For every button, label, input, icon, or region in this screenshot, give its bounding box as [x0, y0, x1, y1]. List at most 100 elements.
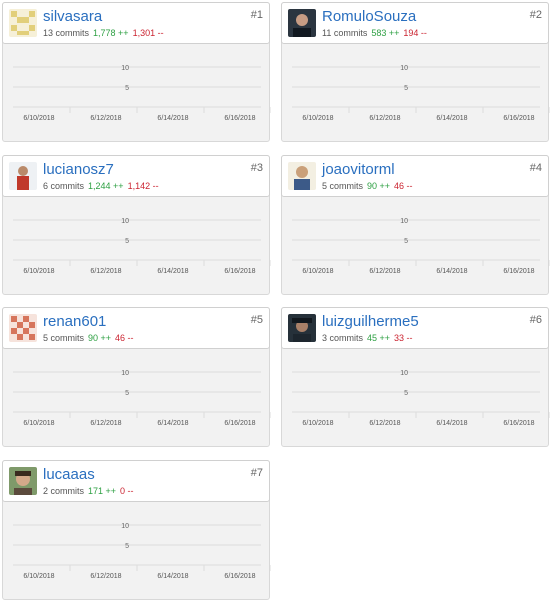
- avatar[interactable]: [288, 9, 316, 37]
- y-tick-label: 10: [121, 370, 129, 377]
- commit-count[interactable]: 13 commits: [43, 28, 89, 38]
- contributor-header: joaovitorml 5 commits 90 ++ 46 -- #4: [281, 155, 549, 197]
- contributor-card: joaovitorml 5 commits 90 ++ 46 -- #4 10 5 6/…: [281, 155, 550, 295]
- x-tick-label: 6/10/2018: [23, 573, 54, 580]
- rank-label: #1: [250, 9, 263, 21]
- commit-stats: 11 commits 583 ++ 194 --: [322, 27, 427, 39]
- contributor-card: lucianosz7 6 commits 1,244 ++ 1,142 -- #3 …: [2, 155, 271, 295]
- rank-label: #3: [250, 162, 263, 174]
- x-tick-label: 6/16/2018: [224, 268, 255, 275]
- username-link[interactable]: lucianosz7: [43, 161, 114, 179]
- contributor-card: renan601 5 commits 90 ++ 46 -- #5 10 5 6/10/…: [2, 307, 271, 447]
- x-tick-label: 6/16/2018: [503, 268, 534, 275]
- additions-count: 45 ++: [367, 333, 391, 343]
- additions-count: 90 ++: [88, 333, 112, 343]
- x-tick-label: 6/14/2018: [436, 268, 467, 275]
- y-tick-label: 10: [400, 218, 408, 225]
- x-tick-label: 6/14/2018: [157, 268, 188, 275]
- deletions-count: 33 --: [394, 333, 413, 343]
- x-tick-label: 6/14/2018: [157, 420, 188, 427]
- x-tick-label: 6/16/2018: [503, 420, 534, 427]
- x-tick-label: 6/14/2018: [157, 115, 188, 122]
- username-link[interactable]: joaovitorml: [322, 161, 395, 179]
- photo-avatar-icon: [288, 162, 316, 190]
- x-tick-label: 6/12/2018: [90, 115, 121, 122]
- username-link[interactable]: lucaaas: [43, 466, 95, 484]
- x-tick-label: 6/12/2018: [90, 420, 121, 427]
- commit-count[interactable]: 5 commits: [43, 333, 84, 343]
- y-tick-label: 10: [400, 65, 408, 72]
- rank-label: #6: [529, 314, 542, 326]
- avatar[interactable]: [9, 467, 37, 495]
- commit-activity-chart: 10 5 6/10/2018 6/12/2018 6/14/2018 6/16/2018: [292, 218, 550, 275]
- x-tick-label: 6/10/2018: [23, 420, 54, 427]
- commit-stats: 2 commits 171 ++ 0 --: [43, 485, 134, 497]
- deletions-count: 1,142 --: [127, 181, 159, 191]
- avatar[interactable]: [288, 162, 316, 190]
- x-tick-label: 6/14/2018: [436, 420, 467, 427]
- photo-avatar-icon: [9, 162, 37, 190]
- additions-count: 171 ++: [88, 486, 117, 496]
- identicon-red-icon: [9, 314, 37, 342]
- rank-label: #7: [250, 467, 263, 479]
- deletions-count: 1,301 --: [132, 28, 164, 38]
- y-tick-label: 5: [125, 238, 129, 245]
- x-tick-label: 6/10/2018: [302, 268, 333, 275]
- y-tick-label: 5: [404, 390, 408, 397]
- rank-label: #5: [250, 314, 263, 326]
- identicon-yellow-icon: [9, 9, 37, 37]
- username-link[interactable]: RomuloSouza: [322, 8, 416, 26]
- commit-stats: 5 commits 90 ++ 46 --: [322, 180, 413, 192]
- deletions-count: 46 --: [394, 181, 413, 191]
- commit-count[interactable]: 3 commits: [322, 333, 363, 343]
- x-tick-label: 6/10/2018: [302, 115, 333, 122]
- y-tick-label: 10: [400, 370, 408, 377]
- y-tick-label: 5: [125, 85, 129, 92]
- username-link[interactable]: silvasara: [43, 8, 102, 26]
- commit-activity-chart: 10 5 6/10/2018 6/12/2018 6/14/2018 6/16/2018: [292, 65, 550, 122]
- commit-stats: 5 commits 90 ++ 46 --: [43, 332, 134, 344]
- commit-count[interactable]: 6 commits: [43, 181, 84, 191]
- x-tick-label: 6/12/2018: [369, 268, 400, 275]
- deletions-count: 0 --: [120, 486, 134, 496]
- contributor-header: silvasara 13 commits 1,778 ++ 1,301 -- #1: [2, 2, 270, 44]
- photo-avatar-icon: [288, 9, 316, 37]
- x-tick-label: 6/10/2018: [23, 115, 54, 122]
- contributor-header: lucaaas 2 commits 171 ++ 0 -- #7: [2, 460, 270, 502]
- x-tick-label: 6/12/2018: [369, 420, 400, 427]
- commit-activity-chart: 10 5 6/10/2018 6/12/2018 6/14/2018 6/16/2018: [13, 523, 271, 580]
- x-tick-label: 6/12/2018: [90, 268, 121, 275]
- rank-label: #4: [529, 162, 542, 174]
- contributor-header: lucianosz7 6 commits 1,244 ++ 1,142 -- #3: [2, 155, 270, 197]
- avatar[interactable]: [9, 9, 37, 37]
- avatar[interactable]: [9, 162, 37, 190]
- avatar[interactable]: [9, 314, 37, 342]
- x-tick-label: 6/16/2018: [503, 115, 534, 122]
- x-tick-label: 6/12/2018: [90, 573, 121, 580]
- commit-activity-chart: 10 5 6/10/2018 6/12/2018 6/14/2018 6/16/2018: [13, 65, 271, 122]
- username-link[interactable]: luizguilherme5: [322, 313, 419, 331]
- username-link[interactable]: renan601: [43, 313, 106, 331]
- x-tick-label: 6/14/2018: [436, 115, 467, 122]
- additions-count: 1,244 ++: [88, 181, 124, 191]
- commit-count[interactable]: 2 commits: [43, 486, 84, 496]
- y-tick-label: 10: [121, 523, 129, 530]
- contributor-card: luizguilherme5 3 commits 45 ++ 33 -- #6 10…: [281, 307, 550, 447]
- x-tick-label: 6/16/2018: [224, 420, 255, 427]
- commit-count[interactable]: 5 commits: [322, 181, 363, 191]
- x-tick-label: 6/16/2018: [224, 573, 255, 580]
- x-tick-label: 6/10/2018: [23, 268, 54, 275]
- contributor-header: luizguilherme5 3 commits 45 ++ 33 -- #6: [281, 307, 549, 349]
- commit-stats: 13 commits 1,778 ++ 1,301 --: [43, 27, 164, 39]
- rank-label: #2: [529, 9, 542, 21]
- y-tick-label: 10: [121, 65, 129, 72]
- commit-count[interactable]: 11 commits: [322, 28, 367, 38]
- photo-avatar-icon: [288, 314, 316, 342]
- avatar[interactable]: [288, 314, 316, 342]
- commit-activity-chart: 10 5 6/10/2018 6/12/2018 6/14/2018 6/16/2018: [292, 370, 550, 427]
- y-tick-label: 10: [121, 218, 129, 225]
- deletions-count: 46 --: [115, 333, 134, 343]
- y-tick-label: 5: [125, 543, 129, 550]
- commit-activity-chart: 10 5 6/10/2018 6/12/2018 6/14/2018 6/16/2018: [13, 370, 271, 427]
- additions-count: 1,778 ++: [93, 28, 129, 38]
